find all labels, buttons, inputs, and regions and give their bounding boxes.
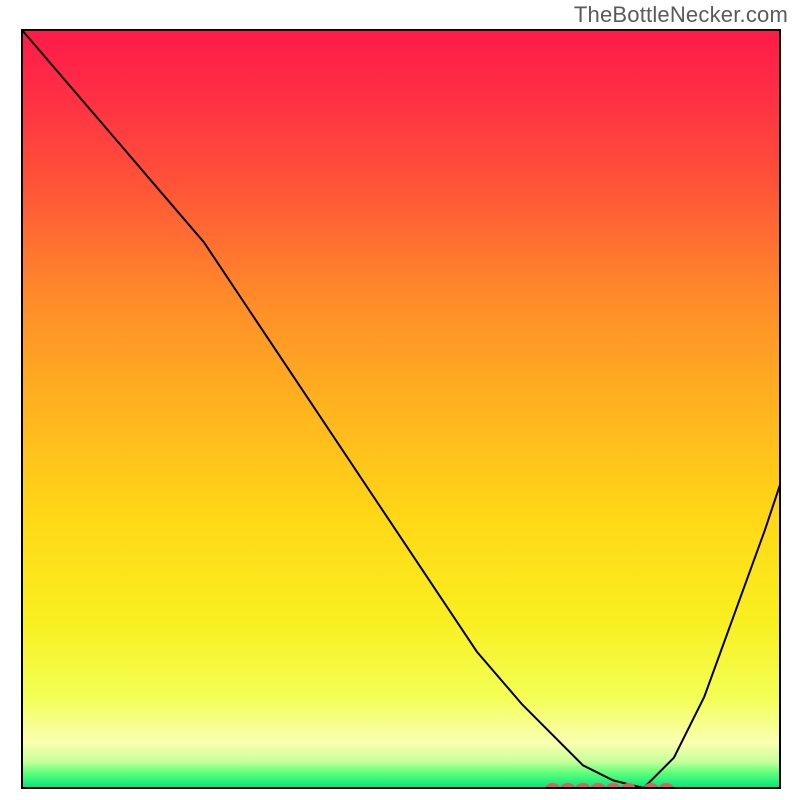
bottleneck-chart bbox=[0, 0, 800, 800]
chart-stage: TheBottleNecker.com bbox=[0, 0, 800, 800]
gradient-background bbox=[22, 30, 780, 788]
